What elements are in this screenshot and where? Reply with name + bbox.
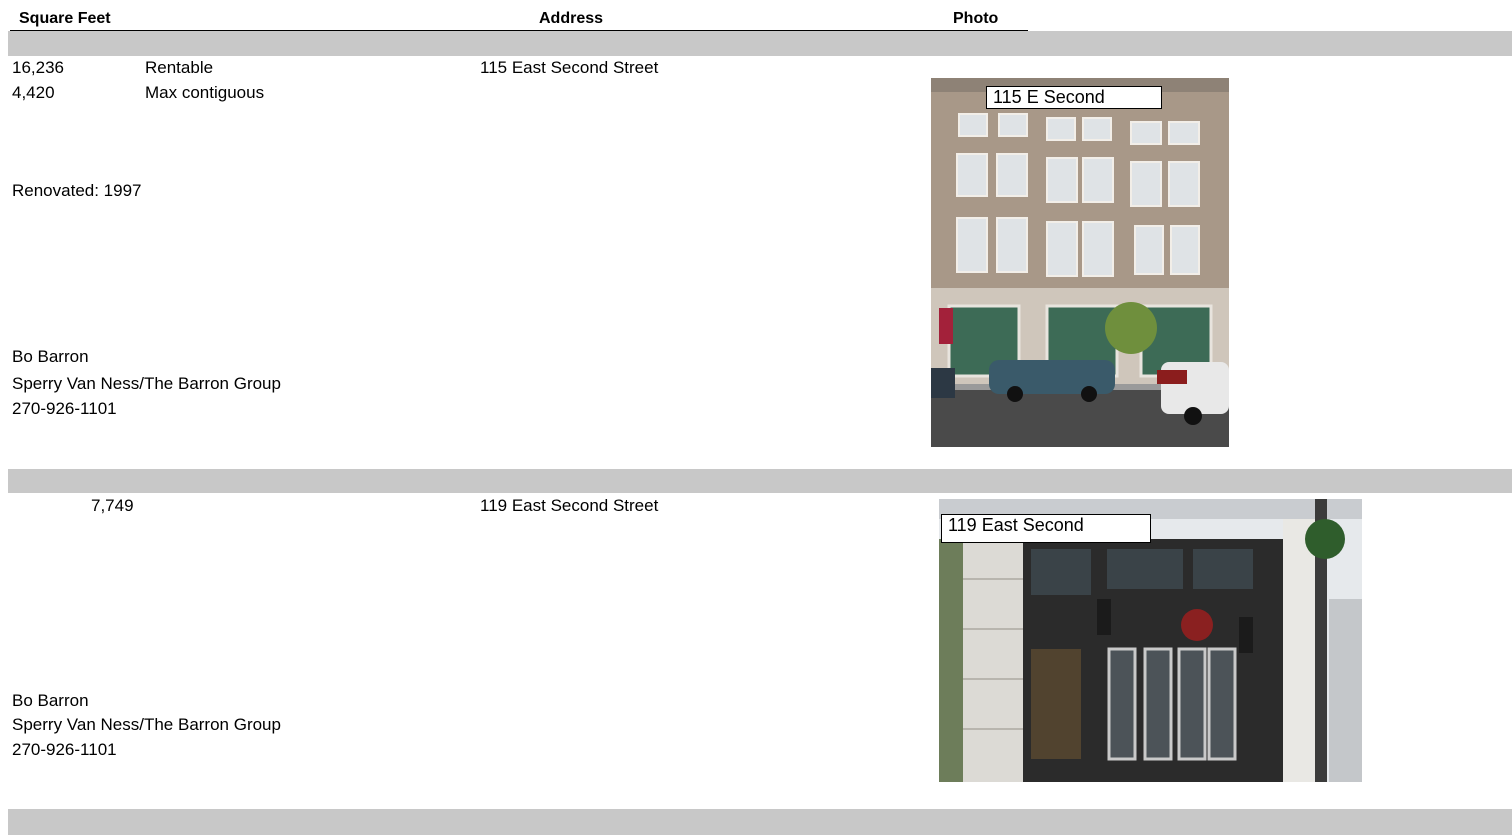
header-photo: Photo	[953, 10, 999, 27]
sqft-max: 4,420	[12, 83, 55, 102]
renovated-year: Renovated: 1997	[12, 181, 142, 200]
contact-name: Bo Barron	[12, 347, 89, 366]
header-square-feet: Square Feet	[19, 10, 111, 27]
contact-company: Sperry Van Ness/The Barron Group	[12, 374, 281, 393]
contact-phone: 270-926-1101	[12, 399, 117, 418]
address: 115 East Second Street	[480, 58, 659, 77]
sqft-total: 7,749	[91, 496, 134, 515]
photo-caption: 115 E Second	[986, 86, 1162, 109]
separator-band	[8, 809, 1512, 835]
photo-caption: 119 East Second	[941, 514, 1151, 543]
sqft-max-label: Max contiguous	[145, 83, 265, 102]
address: 119 East Second Street	[480, 496, 659, 515]
sqft-rentable-label: Rentable	[145, 58, 214, 77]
contact-company: Sperry Van Ness/The Barron Group	[12, 715, 281, 734]
header-address: Address	[539, 10, 604, 27]
separator-band	[8, 31, 1512, 56]
building-photo	[931, 78, 1229, 447]
separator-band	[8, 469, 1512, 493]
contact-name: Bo Barron	[12, 691, 89, 710]
sqft-rentable: 16,236	[12, 58, 64, 77]
listing-sheet: Square Feet Address Photo 16,236 Rentabl…	[0, 0, 1512, 835]
contact-phone: 270-926-1101	[12, 740, 117, 759]
